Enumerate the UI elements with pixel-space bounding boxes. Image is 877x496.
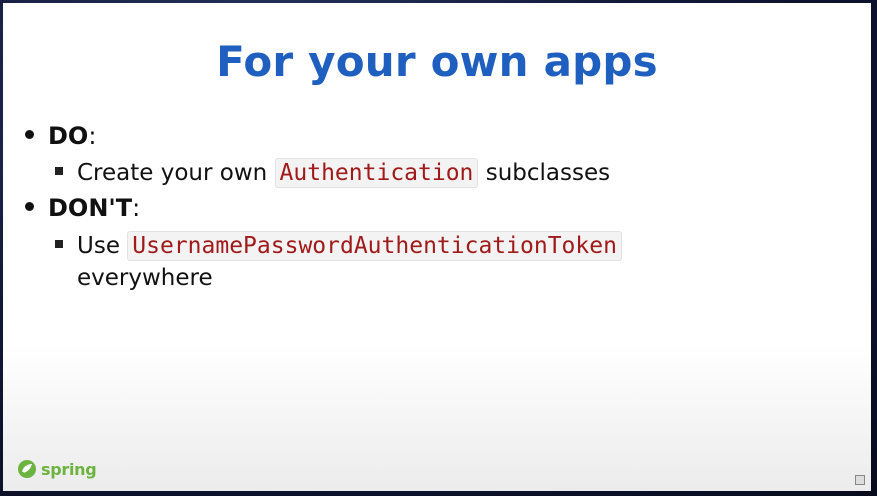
bullet-dont: DON'T: [25,194,140,222]
bullet-do-label: DO [48,122,89,150]
bullet-dot-icon [25,129,34,139]
spring-logo-text: spring [41,459,97,479]
sub-bullet-square-icon [55,166,63,175]
slide-title: For your own apps [216,37,658,86]
sub-bullet-square-icon [55,239,63,248]
fullscreen-icon[interactable] [855,475,865,485]
code-username-password-token: UsernamePasswordAuthenticationToken [127,231,622,261]
video-frame: For your own apps DO: Create your own Au… [0,0,877,496]
sub-bullet-dont: Use UsernamePasswordAuthenticationToken [55,228,622,264]
sub-bullet-do-suffix: subclasses [485,160,611,186]
presentation-slide: For your own apps DO: Create your own Au… [3,3,871,491]
sub-bullet-dont-continuation: everywhere [77,265,213,291]
bullet-dont-colon: : [132,194,141,222]
bullet-dont-label: DON'T [48,194,133,222]
sub-bullet-do: Create your own Authentication subclasse… [55,155,610,191]
spring-logo: spring [17,459,97,479]
bullet-do-colon: : [88,122,97,150]
sub-bullet-do-prefix: Create your own [77,160,268,186]
spring-leaf-icon [18,460,36,478]
bullet-dot-icon [25,201,34,211]
sub-bullet-dont-prefix: Use [77,233,120,259]
bullet-do: DO: [25,122,96,150]
code-authentication: Authentication [274,158,479,188]
